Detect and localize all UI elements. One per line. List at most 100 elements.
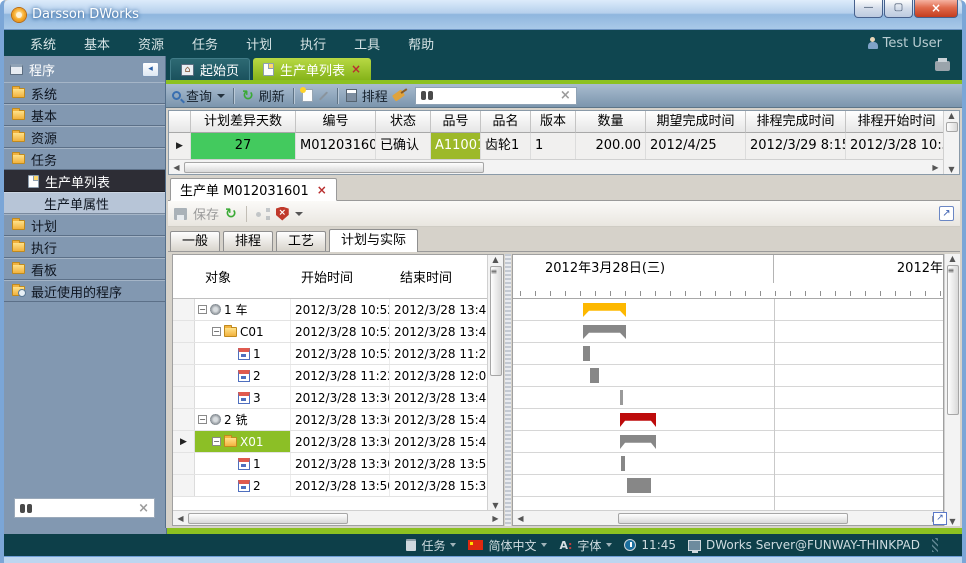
query-dropdown-icon[interactable] xyxy=(217,94,225,98)
toolbar-search-clear-icon[interactable]: × xyxy=(560,88,571,103)
tree-expander-icon[interactable]: − xyxy=(212,327,221,336)
grid-column-header[interactable]: 编号 xyxy=(296,111,376,133)
open-external-icon[interactable]: ↗ xyxy=(939,206,954,221)
dropdown-caret-icon[interactable] xyxy=(541,543,547,547)
sidebar-item[interactable]: 执行 xyxy=(4,236,165,258)
scroll-up-icon[interactable]: ▲ xyxy=(948,111,954,120)
subtab[interactable]: 工艺 xyxy=(276,231,326,251)
tree-cell[interactable]: 2 xyxy=(195,365,291,386)
sidebar-item[interactable]: 最近使用的程序 xyxy=(4,280,165,302)
grid-column-header[interactable]: 品号 xyxy=(431,111,481,133)
treetable-vscroll-thumb[interactable]: ≡ xyxy=(490,266,502,376)
new-document-icon[interactable] xyxy=(302,89,313,102)
tree-cell[interactable]: 1 xyxy=(195,343,291,364)
treetable-row[interactable]: 12012/3/28 13:302012/3/28 13:50 xyxy=(173,453,487,475)
query-button[interactable]: 查询 xyxy=(186,86,212,105)
grid-column-header[interactable]: 排程开始时间 xyxy=(846,111,943,133)
sidebar-item[interactable]: 生产单属性 xyxy=(4,192,165,214)
scroll-down-icon[interactable]: ▼ xyxy=(492,501,498,510)
user-indicator[interactable]: Test User xyxy=(868,36,950,51)
grid-column-header[interactable]: 品名 xyxy=(481,111,531,133)
gantt-vscrollbar[interactable]: ▲ ≡ ▼ xyxy=(944,254,960,526)
detail-refresh-icon[interactable]: ↻ xyxy=(225,207,237,221)
status-item[interactable]: 任务 xyxy=(406,537,456,554)
treetable-row[interactable]: 22012/3/28 11:222012/3/28 12:00 xyxy=(173,365,487,387)
detail-tab-close-icon[interactable]: × xyxy=(317,183,327,197)
refresh-button[interactable]: 刷新 xyxy=(259,86,285,105)
gantt-bar-task[interactable] xyxy=(590,368,599,383)
treetable-row[interactable]: −1 车2012/3/28 10:522012/3/28 13:40 xyxy=(173,299,487,321)
grid-cell[interactable]: 已确认 xyxy=(376,133,431,159)
menu-item[interactable]: 计划 xyxy=(232,34,286,53)
sidebar-item[interactable]: 任务 xyxy=(4,148,165,170)
gantt-bar-task[interactable] xyxy=(583,346,590,361)
gantt-bar-task[interactable] xyxy=(620,390,623,405)
treetable-row[interactable]: ▶−X012012/3/28 13:302012/3/28 15:40 xyxy=(173,431,487,453)
scroll-up-icon[interactable]: ▲ xyxy=(949,254,955,263)
sidebar-item[interactable]: 生产单列表 xyxy=(4,170,165,192)
treetable-row[interactable]: −2 铣2012/3/28 13:302012/3/28 15:40 xyxy=(173,409,487,431)
scroll-right-icon[interactable]: ▶ xyxy=(928,163,943,172)
shield-error-icon[interactable]: × xyxy=(276,207,289,221)
tree-cell[interactable]: −2 铣 xyxy=(195,409,291,430)
grid-column-header[interactable]: 数量 xyxy=(576,111,646,133)
tab-active[interactable]: 生产单列表× xyxy=(253,58,371,80)
minimize-button[interactable]: — xyxy=(854,0,883,18)
status-item[interactable]: DWorks Server@FUNWAY-THINKPAD xyxy=(688,538,920,552)
menu-item[interactable]: 执行 xyxy=(286,34,340,53)
menu-item[interactable]: 帮助 xyxy=(394,34,448,53)
menu-item[interactable]: 基本 xyxy=(70,34,124,53)
pane-splitter[interactable] xyxy=(505,254,511,526)
subtab[interactable]: 排程 xyxy=(223,231,273,251)
grid-cell[interactable]: 2012/3/28 10:52 xyxy=(846,133,943,159)
gantt-hscroll-thumb[interactable] xyxy=(618,513,848,524)
scroll-up-icon[interactable]: ▲ xyxy=(492,255,498,264)
edit-icon[interactable] xyxy=(319,91,328,100)
scroll-down-icon[interactable]: ▼ xyxy=(949,517,955,526)
tree-cell[interactable]: −1 车 xyxy=(195,299,291,320)
grid-vscrollbar[interactable]: ▲ ▼ xyxy=(943,111,959,174)
menu-item[interactable]: 资源 xyxy=(124,34,178,53)
detail-tab[interactable]: 生产单 M012031601 × xyxy=(170,178,337,201)
grid-column-header[interactable]: 状态 xyxy=(376,111,431,133)
gantt-vscroll-thumb[interactable]: ≡ xyxy=(947,265,959,415)
menu-item[interactable]: 任务 xyxy=(178,34,232,53)
save-button[interactable]: 保存 xyxy=(193,204,219,223)
printer-icon[interactable] xyxy=(935,61,950,71)
grid-cell[interactable]: A11001 xyxy=(431,133,481,159)
tree-cell[interactable]: 3 xyxy=(195,387,291,408)
gantt-hscrollbar[interactable]: ◀ ▶ xyxy=(513,510,943,525)
tab-home[interactable]: ⌂起始页 xyxy=(170,58,250,80)
clean-icon[interactable] xyxy=(392,89,405,101)
grid-cell[interactable]: 200.00 xyxy=(576,133,646,159)
close-button[interactable]: × xyxy=(914,0,958,18)
grid-hscroll-thumb[interactable] xyxy=(184,162,484,173)
tree-cell[interactable]: −C01 xyxy=(195,321,291,342)
subtab[interactable]: 计划与实际 xyxy=(329,229,418,252)
treetable-row[interactable]: 32012/3/28 13:302012/3/28 13:40 xyxy=(173,387,487,409)
scroll-left-icon[interactable]: ◀ xyxy=(173,514,188,523)
grid-column-header[interactable]: 版本 xyxy=(531,111,576,133)
scroll-right-icon[interactable]: ▶ xyxy=(488,514,503,523)
sidebar-item[interactable]: 资源 xyxy=(4,126,165,148)
gantt-bar-task[interactable] xyxy=(621,456,625,471)
routing-icon[interactable] xyxy=(256,208,270,220)
resize-grip[interactable] xyxy=(932,538,938,552)
scroll-left-icon[interactable]: ◀ xyxy=(513,514,528,523)
grid-column-header[interactable]: 计划差异天数 xyxy=(191,111,296,133)
tree-expander-icon[interactable]: − xyxy=(198,415,207,424)
shield-dropdown-icon[interactable] xyxy=(295,212,303,216)
grid-hscrollbar[interactable]: ◀ ▶ xyxy=(169,159,943,174)
treetable-row[interactable]: −C012012/3/28 10:522012/3/28 13:40 xyxy=(173,321,487,343)
tab-close-icon[interactable]: × xyxy=(351,62,361,76)
tree-cell[interactable]: −X01 xyxy=(195,431,291,452)
toolbar-search-input[interactable] xyxy=(437,89,556,103)
menu-item[interactable]: 工具 xyxy=(340,34,394,53)
treetable-row[interactable]: 12012/3/28 10:522012/3/28 11:22 xyxy=(173,343,487,365)
gantt-bar-task[interactable] xyxy=(627,478,651,493)
sidebar-item[interactable]: 系统 xyxy=(4,82,165,104)
tree-cell[interactable]: 1 xyxy=(195,453,291,474)
scroll-down-icon[interactable]: ▼ xyxy=(948,165,954,174)
gantt-expand-icon[interactable]: ↗ xyxy=(933,512,947,525)
dropdown-caret-icon[interactable] xyxy=(450,543,456,547)
